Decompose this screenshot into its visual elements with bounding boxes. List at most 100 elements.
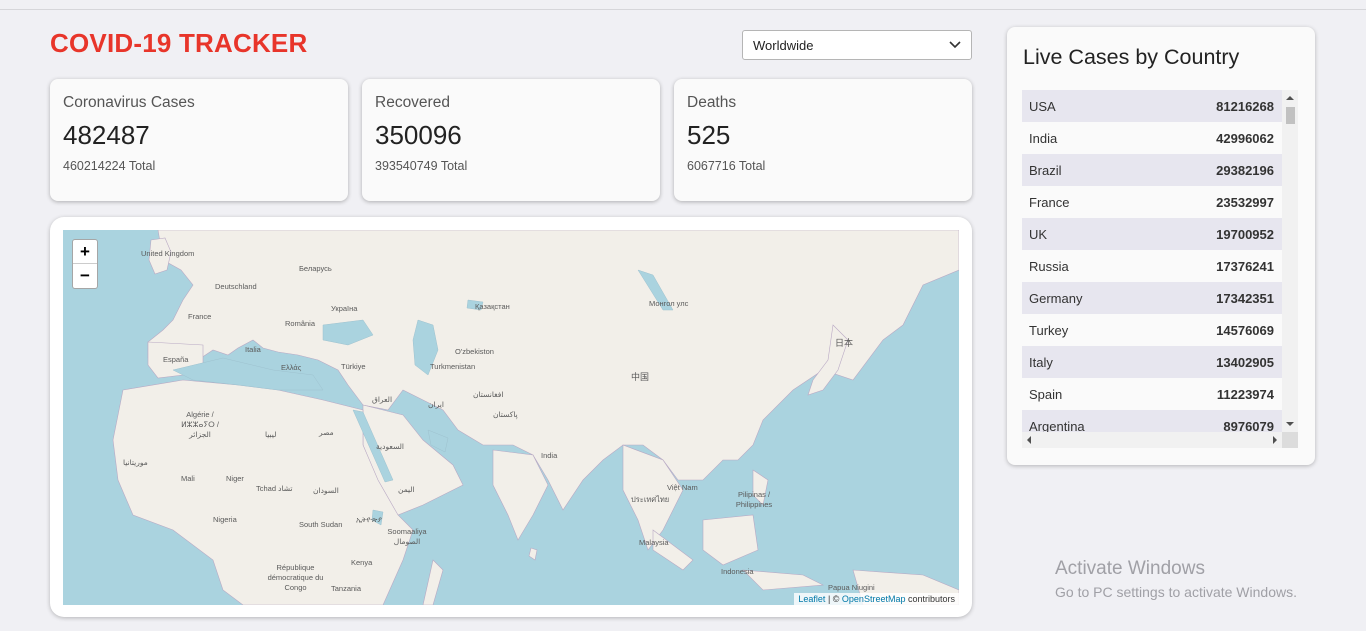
map-label: Deutschland xyxy=(215,282,257,291)
page-title: COVID-19 TRACKER xyxy=(50,28,308,58)
case-count: 17342351 xyxy=(1216,290,1274,306)
attribution-suffix: contributors xyxy=(905,594,955,604)
country-name: USA xyxy=(1029,98,1056,114)
case-count: 11223974 xyxy=(1216,386,1274,402)
case-count: 17376241 xyxy=(1216,258,1274,274)
table-row: Germany 17342351 xyxy=(1022,282,1282,314)
leaflet-link[interactable]: Leaflet xyxy=(798,594,825,604)
case-count: 13402905 xyxy=(1216,354,1274,370)
country-name: Turkey xyxy=(1029,322,1069,338)
map-label: ኢትዮጵያ xyxy=(356,515,382,524)
case-count: 81216268 xyxy=(1216,98,1274,114)
card-deaths[interactable]: Deaths 525 6067716 Total xyxy=(674,79,972,201)
map-label: Tchad تشاد xyxy=(256,484,293,493)
scroll-left-icon[interactable] xyxy=(1027,436,1031,444)
card-title: Deaths xyxy=(687,94,737,111)
card-number: 350096 xyxy=(375,120,462,150)
map-label: Türkiye xyxy=(341,362,366,371)
map-label: Việt Nam xyxy=(667,483,698,492)
scroll-down-icon[interactable] xyxy=(1286,422,1294,426)
map-label: France xyxy=(188,312,212,321)
osm-link[interactable]: OpenStreetMap xyxy=(842,594,906,604)
zoom-control: + − xyxy=(72,239,98,289)
country-name: Italy xyxy=(1029,354,1053,370)
scroll-thumb[interactable] xyxy=(1286,107,1295,124)
map-label: Nigeria xyxy=(213,515,237,524)
map-label: République démocratique du Congo xyxy=(267,563,324,592)
map-label: موريتانيا xyxy=(123,458,148,467)
table-row: Brazil 29382196 xyxy=(1022,154,1282,186)
map-label: پاکستان xyxy=(493,410,518,419)
card-title: Recovered xyxy=(375,94,450,111)
world-map[interactable]: United Kingdom Беларусь Deutschland Укра… xyxy=(63,230,959,605)
map-label: South Sudan xyxy=(299,520,343,529)
card-number: 525 xyxy=(687,120,731,150)
table-row: France 23532997 xyxy=(1022,186,1282,218)
country-name: Russia xyxy=(1029,258,1069,274)
map-attribution: Leaflet | © OpenStreetMap contributors xyxy=(794,593,959,605)
table-row: India 42996062 xyxy=(1022,122,1282,154)
scrollbar-corner xyxy=(1282,432,1298,448)
table-row: UK 19700952 xyxy=(1022,218,1282,250)
card-recovered[interactable]: Recovered 350096 393540749 Total xyxy=(362,79,660,201)
live-cases-panel: Live Cases by Country USA 81216268 India 4… xyxy=(1007,27,1315,465)
country-name: Germany xyxy=(1029,290,1083,306)
attribution-separator: | © xyxy=(825,594,842,604)
map-label: ليبيا xyxy=(265,430,277,439)
map-label: Mali xyxy=(181,474,195,483)
map-label: اليمن xyxy=(398,485,415,494)
map-label: România xyxy=(285,319,316,328)
zoom-out-button[interactable]: − xyxy=(73,264,97,288)
map-label: ایران xyxy=(428,400,444,409)
card-total: 6067716 Total xyxy=(687,159,766,173)
case-count: 29382196 xyxy=(1216,162,1274,178)
map-label: Algérie / ⵍⵣⵣⴰⵢⵔ / الجزائر xyxy=(181,410,219,439)
live-cases-table[interactable]: USA 81216268 India 42996062 Brazil 29382196… xyxy=(1022,90,1298,448)
map-label: مصر xyxy=(319,428,334,437)
zoom-in-button[interactable]: + xyxy=(73,240,97,264)
map-label: العراق xyxy=(372,395,393,404)
country-select[interactable]: Worldwide xyxy=(742,30,972,60)
map-label: O'zbekiston xyxy=(455,347,494,356)
map-label: Pilipinas / Philippines xyxy=(735,490,773,509)
scroll-right-icon[interactable] xyxy=(1273,436,1277,444)
map-label: Soomaaliya الصومال xyxy=(387,527,427,546)
activation-watermark-title: Activate Windows xyxy=(1055,558,1205,579)
card-total: 393540749 Total xyxy=(375,159,468,173)
activation-watermark-subtitle: Go to PC settings to activate Windows. xyxy=(1055,584,1297,600)
scroll-up-icon[interactable] xyxy=(1286,96,1294,100)
live-cases-rows: USA 81216268 India 42996062 Brazil 29382196… xyxy=(1022,90,1298,442)
case-count: 19700952 xyxy=(1216,226,1274,242)
map-label: Malaysia xyxy=(639,538,669,547)
card-cases[interactable]: Coronavirus Cases 482487 460214224 Total xyxy=(50,79,348,201)
map-label: Kenya xyxy=(351,558,373,567)
country-name: India xyxy=(1029,130,1058,146)
country-name: Brazil xyxy=(1029,162,1062,178)
map-label: India xyxy=(541,451,558,460)
map-label: Tanzania xyxy=(331,584,362,593)
map-card: United Kingdom Беларусь Deutschland Укра… xyxy=(50,217,972,617)
map-label: Turkmenistan xyxy=(430,362,476,371)
chevron-down-icon xyxy=(949,41,961,49)
table-row: Italy 13402905 xyxy=(1022,346,1282,378)
card-number: 482487 xyxy=(63,120,150,150)
live-cases-title: Live Cases by Country xyxy=(1023,45,1240,69)
country-name: France xyxy=(1029,194,1070,210)
map-label: السعودية xyxy=(376,442,405,451)
horizontal-scrollbar[interactable] xyxy=(1022,432,1282,448)
table-row: Turkey 14576069 xyxy=(1022,314,1282,346)
table-row: Russia 17376241 xyxy=(1022,250,1282,282)
map-label: Papua Niugini xyxy=(828,583,875,592)
map-label: Ελλάς xyxy=(281,363,302,372)
top-divider xyxy=(0,9,1366,10)
map-label: Niger xyxy=(226,474,244,483)
case-count: 23532997 xyxy=(1216,194,1274,210)
map-label: Беларусь xyxy=(299,264,332,273)
map-label: 中国 xyxy=(631,372,650,382)
map-label: ประเทศไทย xyxy=(631,495,670,504)
map-label: España xyxy=(163,355,189,364)
case-count: 14576069 xyxy=(1216,322,1274,338)
map-label: Қазақстан xyxy=(475,302,510,311)
card-total: 460214224 Total xyxy=(63,159,156,173)
vertical-scrollbar[interactable] xyxy=(1282,90,1298,432)
